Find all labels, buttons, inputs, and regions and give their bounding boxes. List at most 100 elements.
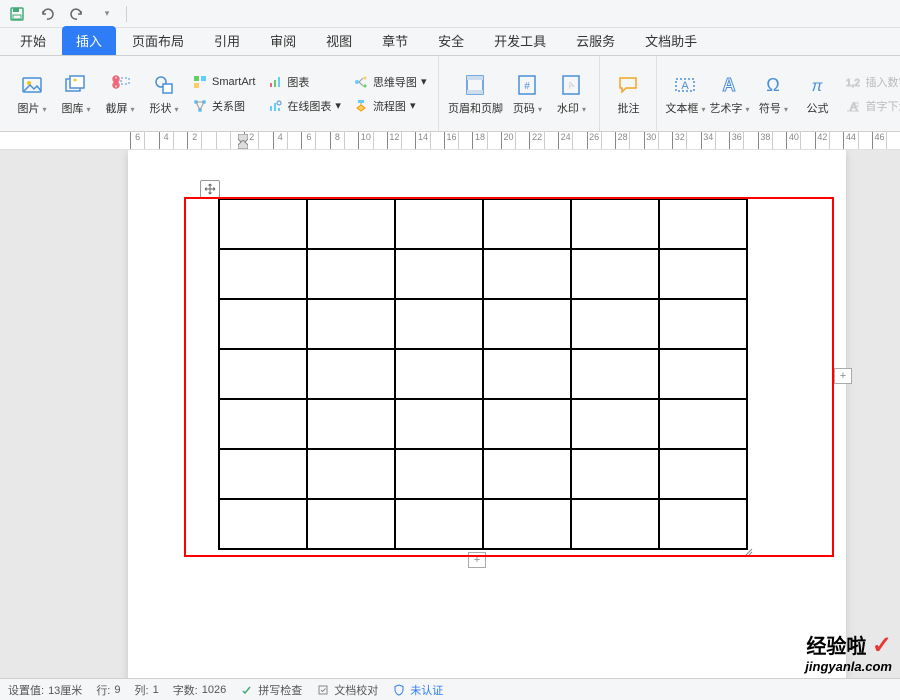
redo-button[interactable] — [66, 3, 88, 25]
header-footer-button[interactable]: 页眉和页脚 — [445, 62, 505, 126]
document-table[interactable] — [218, 198, 748, 550]
screenshot-button[interactable]: 截屏 ▾ — [98, 62, 142, 126]
online-chart-label: 在线图表 — [287, 98, 331, 114]
table-cell[interactable] — [571, 299, 659, 349]
tab-review[interactable]: 审阅 — [256, 26, 310, 55]
status-wordcount[interactable]: 字数: 1026 — [173, 682, 227, 698]
table-cell[interactable] — [483, 449, 571, 499]
watermark-button[interactable]: A 水印 ▾ — [549, 62, 593, 126]
shapes-button[interactable]: 形状 ▾ — [142, 62, 186, 126]
table-cell[interactable] — [307, 299, 395, 349]
number-field-button[interactable]: 1,2 插入数字 — [839, 72, 900, 92]
status-auth[interactable]: 未认证 — [392, 682, 443, 698]
table-cell[interactable] — [395, 449, 483, 499]
table-cell[interactable] — [571, 449, 659, 499]
table-cell[interactable] — [307, 349, 395, 399]
table-cell[interactable] — [307, 449, 395, 499]
table-add-column-button[interactable]: + — [834, 368, 852, 384]
indent-marker-bottom-icon[interactable] — [238, 140, 248, 150]
table-cell[interactable] — [571, 349, 659, 399]
table-cell[interactable] — [395, 399, 483, 449]
symbol-button[interactable]: Ω 符号 ▾ — [751, 62, 795, 126]
tab-security[interactable]: 安全 — [424, 26, 478, 55]
table-cell[interactable] — [219, 499, 307, 549]
table-cell[interactable] — [219, 349, 307, 399]
table-cell[interactable] — [571, 199, 659, 249]
table-cell[interactable] — [659, 299, 747, 349]
tab-start[interactable]: 开始 — [6, 26, 60, 55]
table-cell[interactable] — [219, 299, 307, 349]
table-cell[interactable] — [395, 249, 483, 299]
equation-button[interactable]: π 公式 — [795, 62, 839, 126]
chevron-down-icon: ▾ — [175, 105, 179, 114]
table-cell[interactable] — [483, 299, 571, 349]
horizontal-ruler[interactable]: 6422468101214161820222426283032343638404… — [0, 132, 900, 150]
status-setvalue[interactable]: 设置值: 13厘米 — [8, 682, 82, 698]
status-proofread[interactable]: 文档校对 — [316, 682, 378, 698]
chart-button[interactable]: 图表 — [261, 72, 347, 92]
ribbon-group-text: A 文本框 ▾ A 艺术字 ▾ Ω 符号 ▾ π 公式 1,2 插入数字 A 首… — [657, 56, 900, 131]
resize-icon — [744, 547, 754, 557]
table-move-handle[interactable] — [200, 180, 220, 198]
table-cell[interactable] — [395, 499, 483, 549]
table-cell[interactable] — [659, 199, 747, 249]
page-number-button[interactable]: # 页码 ▾ — [505, 62, 549, 126]
mindmap-button[interactable]: 思维导图 ▾ — [347, 72, 433, 92]
table-cell[interactable] — [483, 249, 571, 299]
table-cell[interactable] — [307, 399, 395, 449]
status-col[interactable]: 列: 1 — [135, 682, 159, 698]
comment-button[interactable]: 批注 — [606, 62, 650, 126]
picture-button[interactable]: 图片 ▾ — [10, 62, 54, 126]
tab-section[interactable]: 章节 — [368, 26, 422, 55]
status-row[interactable]: 行: 9 — [96, 682, 120, 698]
textbox-button[interactable]: A 文本框 ▾ — [663, 62, 707, 126]
tab-cloud[interactable]: 云服务 — [562, 26, 629, 55]
table-cell[interactable] — [483, 499, 571, 549]
qat-more-button[interactable]: ▾ — [96, 3, 118, 25]
shapes-icon — [151, 72, 177, 98]
table-cell[interactable] — [659, 349, 747, 399]
table-cell[interactable] — [219, 399, 307, 449]
gallery-button[interactable]: 图库 ▾ — [54, 62, 98, 126]
undo-button[interactable] — [36, 3, 58, 25]
textbox-icon: A — [672, 72, 698, 98]
page[interactable]: + + — [128, 150, 846, 678]
flowchart-button[interactable]: 流程图 ▾ — [347, 96, 433, 116]
table-cell[interactable] — [659, 449, 747, 499]
status-spellcheck[interactable]: 拼写检查 — [240, 682, 302, 698]
table-cell[interactable] — [571, 499, 659, 549]
table-cell[interactable] — [571, 399, 659, 449]
table-resize-handle[interactable] — [744, 546, 754, 556]
table-cell[interactable] — [659, 499, 747, 549]
table-cell[interactable] — [307, 499, 395, 549]
wordart-button[interactable]: A 艺术字 ▾ — [707, 62, 751, 126]
save-button[interactable] — [6, 3, 28, 25]
chevron-down-icon: ▾ — [701, 105, 705, 114]
table-add-row-button[interactable]: + — [468, 552, 486, 568]
table-cell[interactable] — [483, 349, 571, 399]
table-cell[interactable] — [483, 399, 571, 449]
relation-button[interactable]: 关系图 — [186, 96, 261, 116]
table-cell[interactable] — [659, 249, 747, 299]
table-cell[interactable] — [219, 449, 307, 499]
table-cell[interactable] — [395, 199, 483, 249]
table-cell[interactable] — [659, 399, 747, 449]
table-cell[interactable] — [307, 249, 395, 299]
tab-insert[interactable]: 插入 — [62, 26, 116, 55]
online-chart-button[interactable]: 在线图表 ▾ — [261, 96, 347, 116]
smartart-button[interactable]: SmartArt — [186, 72, 261, 92]
table-cell[interactable] — [219, 249, 307, 299]
tab-layout[interactable]: 页面布局 — [118, 26, 198, 55]
tab-devtools[interactable]: 开发工具 — [480, 26, 560, 55]
chevron-down-icon: ▾ — [131, 105, 135, 114]
table-cell[interactable] — [307, 199, 395, 249]
table-cell[interactable] — [483, 199, 571, 249]
table-cell[interactable] — [219, 199, 307, 249]
table-cell[interactable] — [571, 249, 659, 299]
dropcap-button[interactable]: A 首字下沉 — [839, 96, 900, 116]
tab-view[interactable]: 视图 — [312, 26, 366, 55]
table-cell[interactable] — [395, 349, 483, 399]
tab-helper[interactable]: 文档助手 — [631, 26, 711, 55]
table-cell[interactable] — [395, 299, 483, 349]
tab-reference[interactable]: 引用 — [200, 26, 254, 55]
